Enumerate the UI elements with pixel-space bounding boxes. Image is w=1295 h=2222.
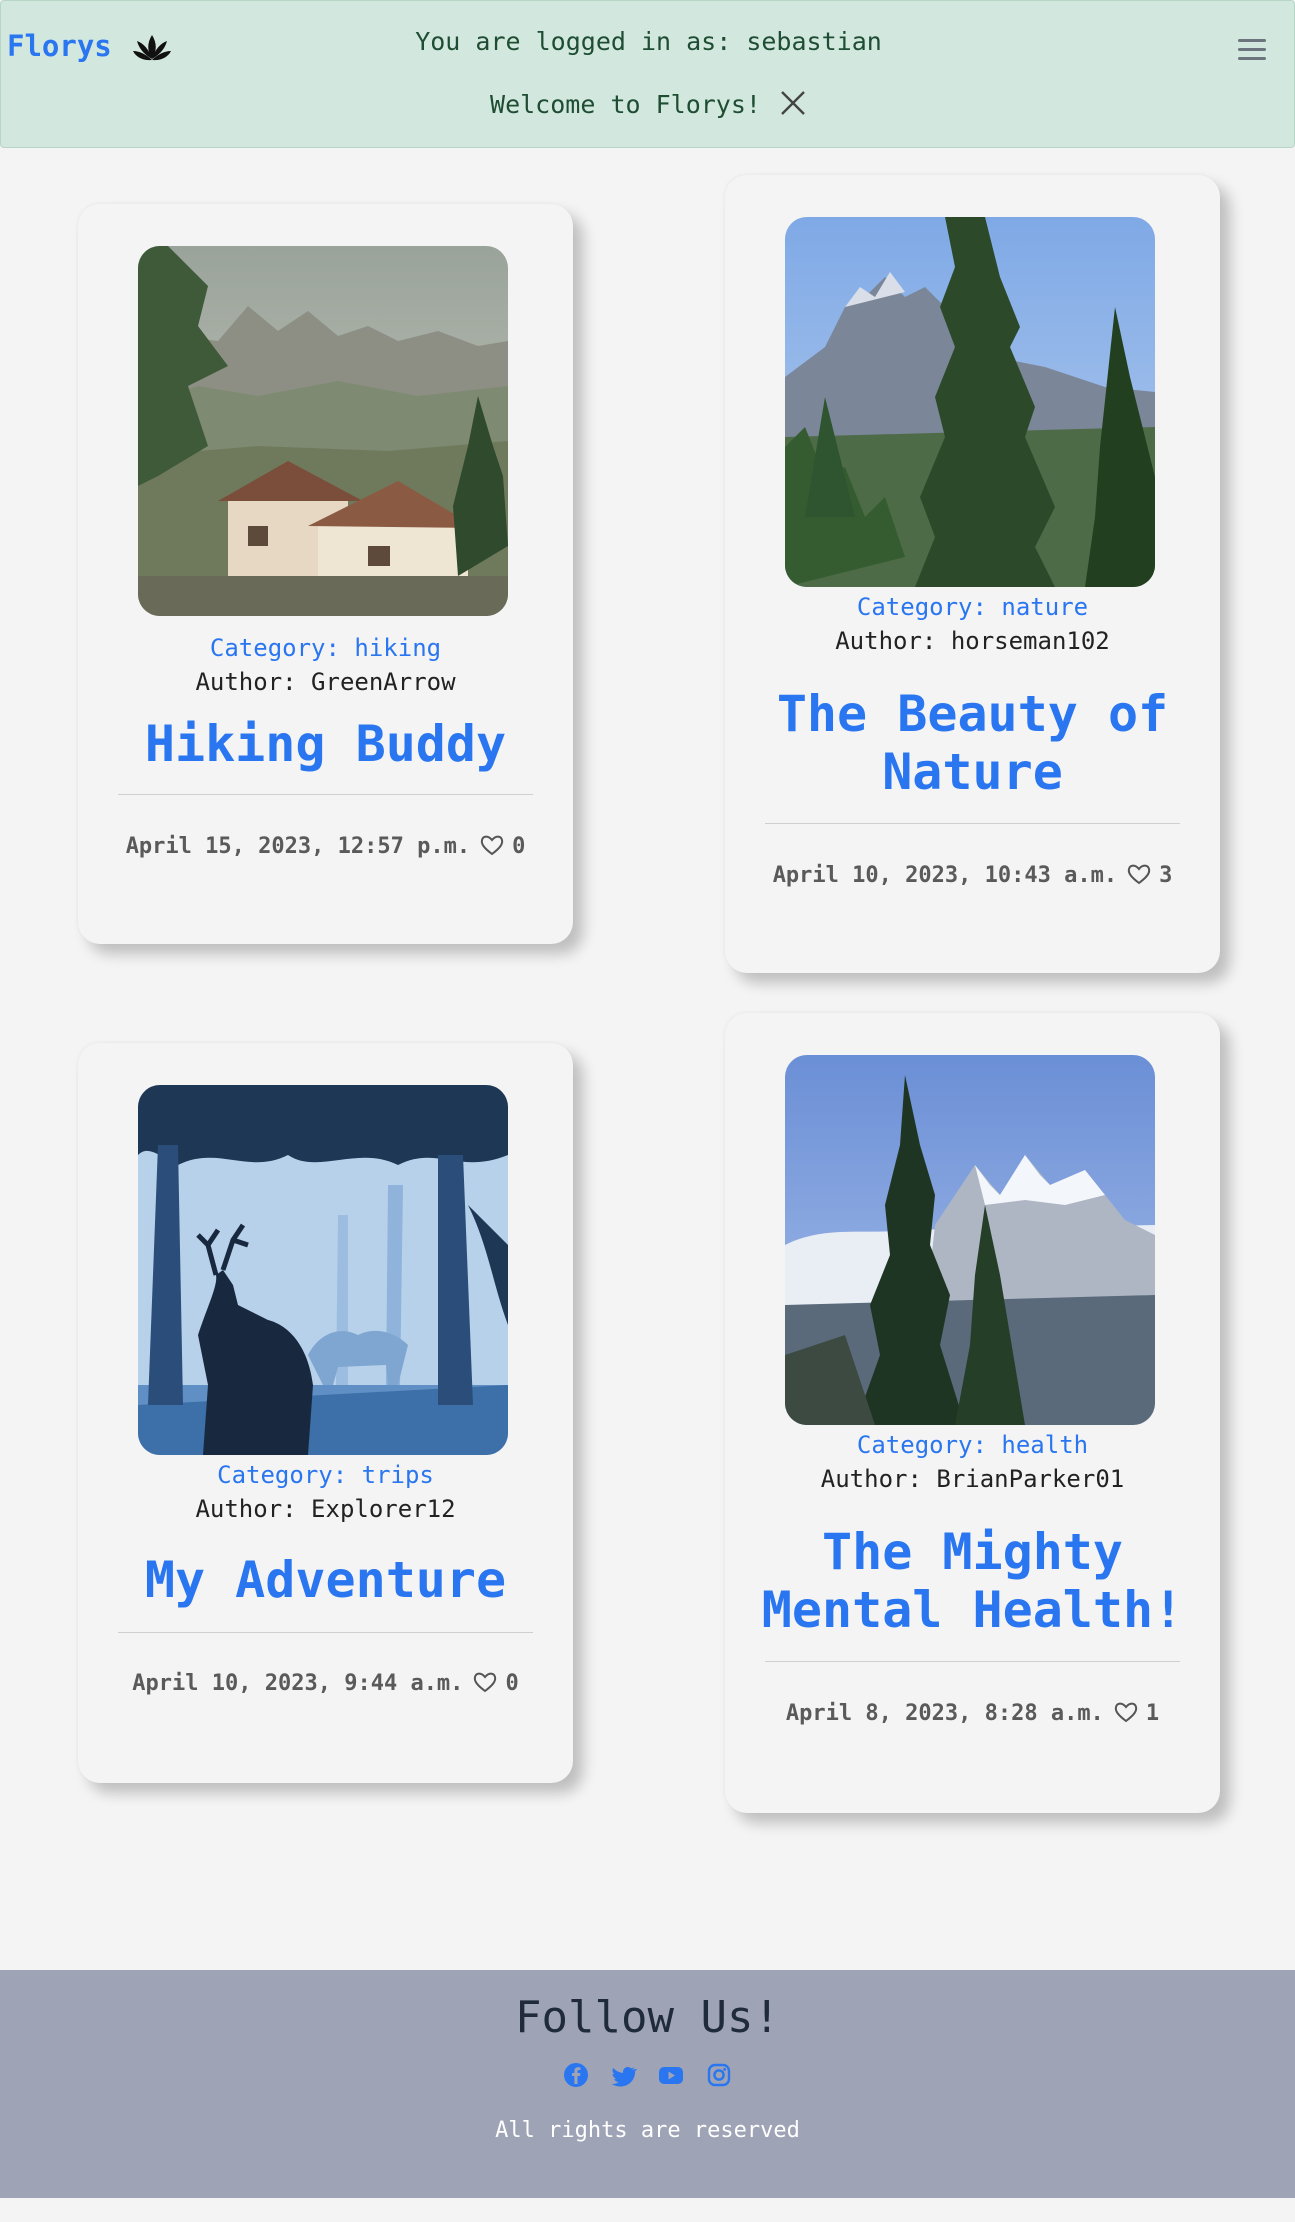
post-category[interactable]: Category: health [725, 1431, 1220, 1459]
youtube-icon[interactable] [658, 2062, 684, 2088]
post-meta-row: April 8, 2023, 8:28 a.m. 1 [725, 1701, 1220, 1726]
post-meta-row: April 15, 2023, 12:57 p.m. 0 [78, 834, 573, 859]
twitter-icon[interactable] [611, 2062, 637, 2088]
heart-icon[interactable] [473, 1671, 497, 1693]
post-image-snowy-peaks[interactable] [785, 1055, 1155, 1425]
post-image-mountain-pines[interactable] [785, 217, 1155, 587]
post-card: Category: trips Author: Explorer12 My Ad… [78, 1043, 573, 1783]
post-card: Category: nature Author: horseman102 The… [725, 175, 1220, 973]
card-divider [118, 1632, 533, 1633]
post-title[interactable]: The Beauty of Nature [745, 685, 1200, 801]
post-card: Category: health Author: BrianParker01 T… [725, 1013, 1220, 1813]
like-count: 3 [1159, 863, 1173, 888]
post-title[interactable]: Hiking Buddy [98, 715, 553, 773]
copyright-text: All rights are reserved [495, 2118, 800, 2143]
close-icon[interactable] [779, 89, 807, 117]
post-author: Author: Explorer12 [195, 1495, 456, 1523]
welcome-text: Welcome to Florys! [490, 90, 761, 119]
post-date: April 15, 2023, 12:57 p.m. [125, 834, 471, 859]
card-divider [765, 823, 1180, 824]
post-author: Author: GreenArrow [195, 668, 456, 696]
post-image-deer-forest[interactable] [138, 1085, 508, 1455]
post-title[interactable]: The Mighty Mental Health! [745, 1523, 1200, 1639]
post-meta-row: April 10, 2023, 10:43 a.m. 3 [725, 863, 1220, 888]
heart-icon[interactable] [1114, 1701, 1138, 1723]
logged-in-message: You are logged in as: sebastian [415, 27, 882, 56]
like-count: 0 [505, 1671, 519, 1696]
post-date: April 10, 2023, 10:43 a.m. [772, 863, 1118, 888]
site-footer: Follow Us! All rights are reserved [0, 1970, 1295, 2198]
post-date: April 10, 2023, 9:44 a.m. [132, 1671, 464, 1696]
facebook-icon[interactable] [563, 2062, 589, 2088]
card-divider [765, 1661, 1180, 1662]
menu-toggle-icon[interactable] [1238, 39, 1266, 61]
welcome-message: Welcome to Florys! [1, 89, 1295, 119]
post-category[interactable]: Category: nature [725, 593, 1220, 621]
post-card: Category: hiking Author: GreenArrow Hiki… [78, 204, 573, 944]
welcome-alert-navbar: Florys You are logged in as: sebastian W… [0, 0, 1295, 148]
heart-icon[interactable] [480, 834, 504, 856]
like-count: 1 [1145, 1701, 1160, 1726]
post-title[interactable]: My Adventure [98, 1551, 553, 1609]
post-author: Author: horseman102 [835, 627, 1110, 655]
post-meta-row: April 10, 2023, 9:44 a.m. 0 [78, 1671, 573, 1696]
post-category[interactable]: Category: hiking [78, 634, 573, 662]
post-image-mountain-houses[interactable] [138, 246, 508, 616]
post-date: April 8, 2023, 8:28 a.m. [785, 1701, 1104, 1726]
card-divider [118, 794, 533, 795]
like-count: 0 [512, 834, 526, 859]
instagram-icon[interactable] [706, 2062, 732, 2088]
heart-icon[interactable] [1127, 863, 1151, 885]
follow-heading: Follow Us! [515, 1992, 780, 2043]
post-category[interactable]: Category: trips [78, 1461, 573, 1489]
social-links [0, 2062, 1295, 2092]
post-author: Author: BrianParker01 [820, 1465, 1125, 1493]
